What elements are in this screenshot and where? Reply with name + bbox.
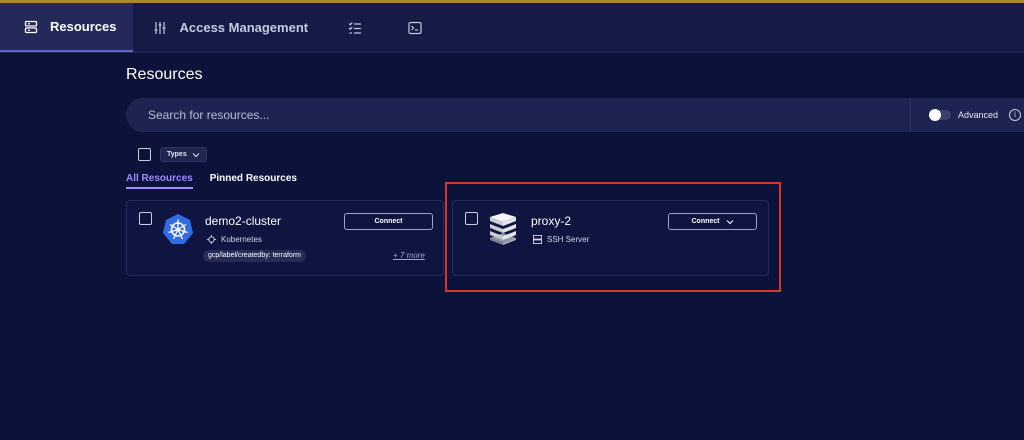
- filter-row: Types: [138, 147, 207, 162]
- select-all-checkbox[interactable]: [138, 148, 151, 161]
- tab-checklist[interactable]: [326, 3, 386, 52]
- tab-resources[interactable]: Resources: [0, 3, 134, 52]
- tab-pinned-resources[interactable]: Pinned Resources: [210, 173, 297, 189]
- resource-card-demo2-cluster[interactable]: demo2-cluster Kubernetes Connect gcp/lab…: [126, 200, 444, 276]
- more-labels-link[interactable]: + 7 more: [393, 251, 425, 260]
- types-filter-label: Types: [167, 151, 187, 158]
- advanced-toggle[interactable]: [929, 109, 951, 121]
- kubernetes-icon: [207, 235, 216, 244]
- advanced-search: Advanced i: [910, 98, 1024, 132]
- tab-terminal[interactable]: [386, 3, 446, 52]
- resource-checkbox[interactable]: [139, 212, 152, 225]
- tab-all-resources[interactable]: All Resources: [126, 173, 193, 189]
- kubernetes-wheel-icon: [163, 214, 193, 244]
- connect-button[interactable]: Connect: [344, 213, 433, 230]
- page-title: Resources: [126, 66, 203, 83]
- sliders-icon: [154, 21, 166, 34]
- tab-access-management-label: Access Management: [179, 20, 309, 35]
- server-stack-icon: [24, 20, 38, 33]
- resource-label-chip[interactable]: gcp/label/createdby: terraform: [203, 250, 306, 262]
- tab-access-management[interactable]: Access Management: [133, 3, 326, 52]
- top-nav-bar: Resources Access Management: [0, 0, 1024, 53]
- connect-label: Connect: [374, 218, 403, 225]
- search-bar: Advanced i: [126, 98, 1024, 132]
- types-filter-button[interactable]: Types: [160, 147, 207, 162]
- search-input[interactable]: [126, 98, 910, 132]
- highlight-box: [445, 182, 781, 292]
- resource-name: demo2-cluster: [205, 214, 282, 228]
- resource-tabs: All Resources Pinned Resources: [126, 173, 297, 189]
- terminal-icon: [408, 21, 422, 34]
- chevron-down-icon: [192, 152, 200, 157]
- checklist-icon: [348, 21, 362, 34]
- resource-type: Kubernetes: [207, 235, 262, 244]
- tab-resources-label: Resources: [50, 19, 117, 34]
- resource-type-label: Kubernetes: [221, 235, 262, 244]
- info-icon[interactable]: i: [1009, 109, 1022, 121]
- advanced-label: Advanced: [958, 110, 999, 120]
